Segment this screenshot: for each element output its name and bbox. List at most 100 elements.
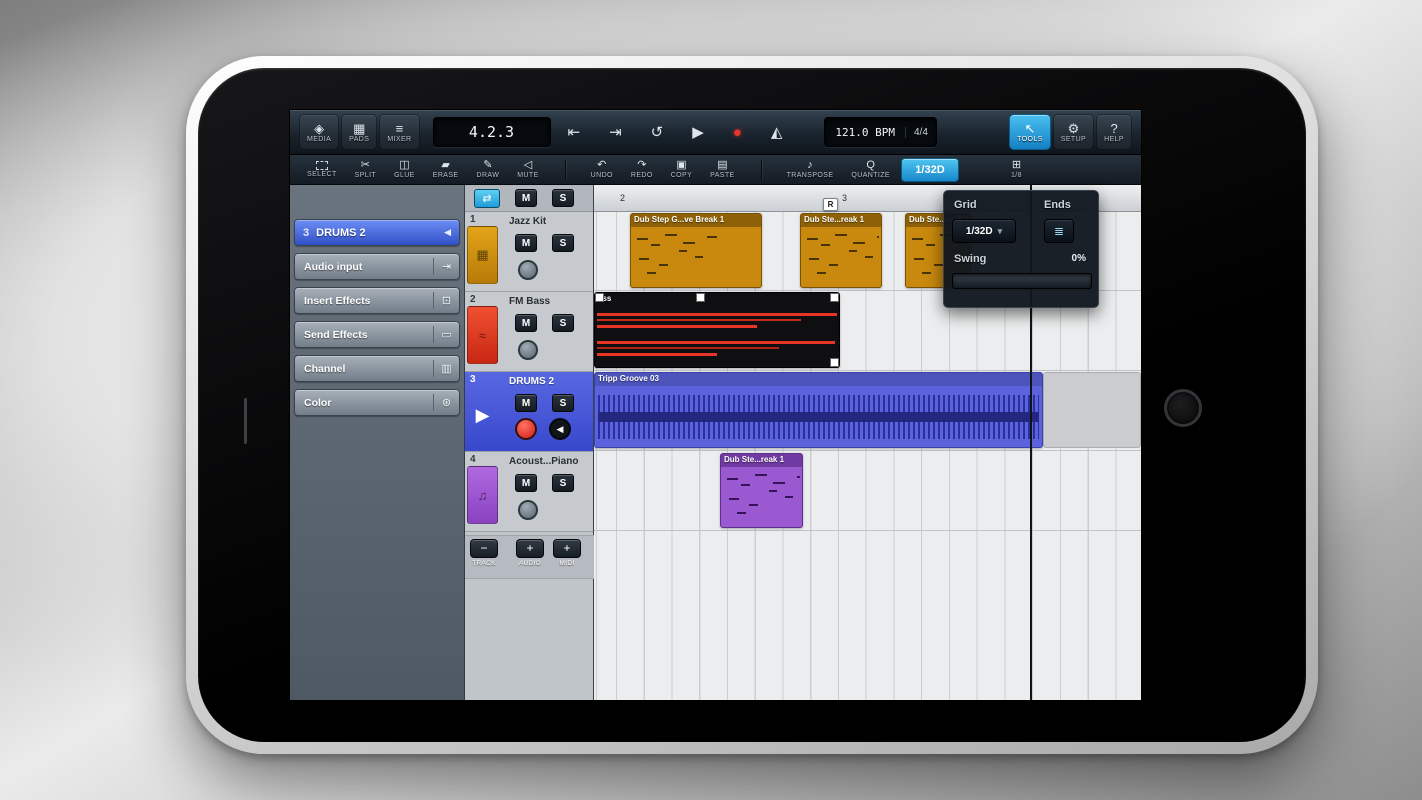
track-solo-button[interactable]: S	[552, 394, 574, 412]
piano-icon[interactable]: ♫	[467, 466, 498, 524]
toolbar-divider	[744, 157, 778, 183]
track-knob-button[interactable]	[518, 500, 538, 520]
track-name: Jazz Kit	[509, 216, 591, 227]
skip-back-button[interactable]: ⇤	[557, 114, 592, 150]
midi-clip-dubstep-break[interactable]: Dub Step G...ve Break 1	[630, 213, 762, 288]
record-arm-button[interactable]	[515, 418, 537, 440]
track-row-fm-bass[interactable]: 2 ≈ FM Bass M S	[465, 292, 593, 372]
synth-bass-icon[interactable]: ≈	[467, 306, 498, 364]
paste-button[interactable]: ▤ PASTE	[702, 157, 742, 183]
delete-track-label: TRACK	[472, 560, 496, 567]
cycle-button[interactable]: ↺	[640, 114, 675, 150]
midi-notes	[803, 230, 879, 285]
copy-button[interactable]: ▣ COPY	[663, 157, 700, 183]
inspector-item-channel[interactable]: Channel ▥	[294, 355, 460, 382]
add-audio-track-button[interactable]: +	[516, 539, 544, 558]
song-position-display[interactable]: 4.2.3	[433, 117, 551, 147]
setup-button[interactable]: ⚙ SETUP	[1053, 114, 1094, 150]
track-solo-button[interactable]: S	[552, 234, 574, 252]
right-locator-marker[interactable]: R	[823, 198, 838, 211]
global-mute-button[interactable]: M	[515, 189, 537, 207]
track-knob-button[interactable]	[518, 260, 538, 280]
home-button[interactable]	[1164, 389, 1202, 427]
delete-track-button[interactable]: −	[470, 539, 498, 558]
grid-resolution-label: 1/8	[1011, 172, 1022, 179]
mixer-icon: ≡	[396, 122, 404, 135]
clip-resize-handle[interactable]	[830, 358, 839, 367]
glue-tool-button[interactable]: ◫ GLUE	[386, 157, 423, 183]
split-tool-button[interactable]: ✂ SPLIT	[347, 157, 384, 183]
help-icon: ?	[1110, 122, 1117, 135]
drum-pads-icon[interactable]: ▦	[467, 226, 498, 284]
select-tool-button[interactable]: SELECT	[299, 157, 345, 183]
clip-resize-handle[interactable]	[595, 293, 604, 302]
erase-tool-button[interactable]: ▰ ERASE	[425, 157, 467, 183]
auto-scroll-button[interactable]: ⇄	[474, 189, 500, 208]
copy-label: COPY	[671, 172, 692, 179]
inspector-item-send-effects[interactable]: Send Effects ▭	[294, 321, 460, 348]
transpose-button[interactable]: ♪ TRANSPOSE	[779, 157, 842, 183]
track-mute-button[interactable]: M	[515, 234, 537, 252]
track-mute-button[interactable]: M	[515, 314, 537, 332]
tablet-device: ◈ MEDIA ▦ PADS ≡ MIXER 4.2.3	[186, 56, 1318, 754]
track-solo-button[interactable]: S	[552, 314, 574, 332]
pads-icon: ▦	[353, 122, 365, 135]
grid-resolution-button[interactable]: ⊞ 1/8	[1003, 157, 1030, 183]
inspector-item-insert-effects[interactable]: Insert Effects ⊡	[294, 287, 460, 314]
eraser-icon: ▰	[441, 160, 449, 171]
track-row-drums2-selected[interactable]: 3 ▶ DRUMS 2 M S ◀	[465, 372, 593, 452]
redo-button[interactable]: ↷ REDO	[623, 157, 661, 183]
record-button[interactable]: ●	[722, 114, 753, 150]
track-row-jazz-kit[interactable]: 1 ▦ Jazz Kit M S	[465, 212, 593, 292]
monitor-button[interactable]: ◀	[549, 418, 571, 440]
track-knob-button[interactable]	[518, 340, 538, 360]
swing-slider[interactable]	[952, 273, 1092, 289]
add-midi-track-button[interactable]: +	[553, 539, 581, 558]
skip-forward-button[interactable]: ⇥	[598, 114, 633, 150]
audio-clip-fm-bass[interactable]: ass	[594, 292, 840, 368]
play-triangle-glyph: ▶	[476, 405, 490, 426]
play-icon: ▶	[692, 126, 704, 139]
draw-tool-button[interactable]: ✎ DRAW	[469, 157, 508, 183]
mixer-button[interactable]: ≡ MIXER	[379, 114, 419, 150]
track-list: ⇄ M S 1 ▦ Jazz Kit M S	[465, 185, 594, 700]
pads-label: PADS	[349, 136, 369, 143]
audio-clip-tripp-groove[interactable]: Tripp Groove 03	[594, 372, 1043, 448]
quantize-value-button[interactable]: 1/32D	[901, 158, 959, 182]
global-solo-button[interactable]: S	[552, 189, 574, 207]
inspector-item-audio-input[interactable]: Audio input ⇥	[294, 253, 460, 280]
pads-button[interactable]: ▦ PADS	[341, 114, 377, 150]
inspector-item-color[interactable]: Color ⊛	[294, 389, 460, 416]
ends-button[interactable]: ≣	[1044, 219, 1074, 243]
undo-icon: ↶	[597, 160, 606, 171]
help-button[interactable]: ? HELP	[1096, 114, 1132, 150]
clip-resize-handle[interactable]	[696, 293, 705, 302]
camera-slot	[244, 398, 247, 444]
quantize-button[interactable]: Q QUANTIZE	[843, 157, 898, 183]
midi-notes	[633, 230, 759, 285]
clip-resize-handle[interactable]	[830, 293, 839, 302]
play-button[interactable]: ▶	[681, 114, 715, 150]
skip-back-icon: ⇤	[568, 126, 581, 139]
mute-tool-button[interactable]: ◁ MUTE	[509, 157, 546, 183]
track-mute-button[interactable]: M	[515, 394, 537, 412]
swing-value: 0%	[1072, 253, 1086, 264]
track-solo-button[interactable]: S	[552, 474, 574, 492]
play-triangle-icon[interactable]: ▶	[467, 386, 498, 444]
grid-value-dropdown[interactable]: 1/32D ▾	[952, 219, 1016, 243]
metronome-button[interactable]: ◭	[760, 114, 794, 150]
track-list-header: ⇄ M S	[465, 185, 593, 212]
selected-track-header[interactable]: 3 DRUMS 2 ◀	[294, 219, 460, 246]
tempo-display[interactable]: 121.0 BPM 4/4	[824, 117, 937, 147]
track-mute-button[interactable]: M	[515, 474, 537, 492]
media-button[interactable]: ◈ MEDIA	[299, 114, 339, 150]
track-row-acoustic-piano[interactable]: 4 ♫ Acoust...Piano M S	[465, 452, 593, 532]
clip-title: Dub Step G...ve Break 1	[631, 214, 761, 227]
empty-clip-region[interactable]	[1043, 372, 1141, 448]
redo-icon: ↷	[637, 160, 646, 171]
midi-clip-dubstep-break[interactable]: Dub Ste...reak 1	[800, 213, 882, 288]
tools-button[interactable]: ↖ TOOLS	[1009, 114, 1051, 150]
help-label: HELP	[1104, 136, 1124, 143]
midi-clip-piano-break[interactable]: Dub Ste...reak 1	[720, 453, 803, 528]
undo-button[interactable]: ↶ UNDO	[583, 157, 621, 183]
